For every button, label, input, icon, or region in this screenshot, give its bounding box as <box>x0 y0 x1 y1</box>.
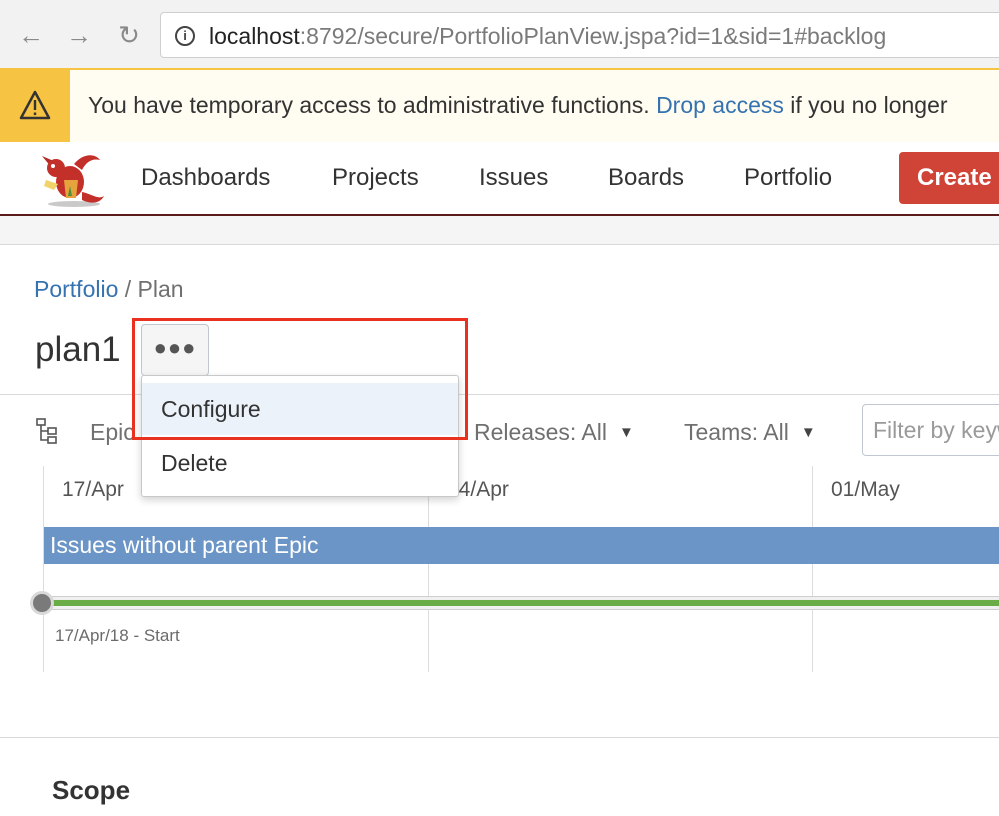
keyword-filter-input[interactable] <box>862 404 999 456</box>
scope-heading: Scope <box>52 775 131 805</box>
info-icon[interactable]: i <box>175 26 195 46</box>
browser-toolbar: ← → ↻ i localhost:8792/secure/PortfolioP… <box>0 0 999 69</box>
breadcrumb-separator: / <box>118 276 138 302</box>
nav-issues[interactable]: Issues <box>479 164 548 192</box>
progress-track <box>42 596 999 610</box>
banner-message: You have temporary access to administrat… <box>88 92 948 119</box>
drop-access-link[interactable]: Drop access <box>656 92 784 118</box>
reload-icon[interactable]: ↻ <box>114 20 144 50</box>
url-host: localhost <box>209 23 300 49</box>
scope-divider <box>0 737 999 738</box>
releases-label: Releases: All <box>474 419 607 445</box>
caret-down-icon: ▼ <box>618 424 634 441</box>
plan-actions-menu: Configure Delete <box>141 375 459 497</box>
menu-item-delete[interactable]: Delete <box>142 437 458 489</box>
teams-label: Teams: All <box>684 419 789 445</box>
hierarchy-icon[interactable] <box>36 418 58 444</box>
timeline-gridline <box>43 466 44 672</box>
timeline-date: 01/May <box>831 478 900 501</box>
create-button[interactable]: Create <box>899 152 999 204</box>
breadcrumb-current: Plan <box>137 276 184 302</box>
more-horizontal-icon: ●●● <box>153 335 197 360</box>
breadcrumb: Portfolio / Plan <box>34 276 184 303</box>
warning-icon <box>19 90 51 120</box>
epic-bar[interactable]: Issues without parent Epic <box>44 527 999 564</box>
timeline-gridline <box>812 466 813 672</box>
menu-item-configure[interactable]: Configure <box>142 383 458 435</box>
banner-text: You have temporary access to administrat… <box>88 92 650 118</box>
progress-fill <box>42 600 999 606</box>
warning-icon-box <box>0 70 70 144</box>
teams-dropdown[interactable]: Teams: All ▼ <box>684 419 816 446</box>
start-marker[interactable] <box>30 591 54 615</box>
app-header: Dashboards Projects Issues Boards Portfo… <box>0 142 999 216</box>
url-path: :8792/secure/PortfolioPlanView.jspa?id=1… <box>299 23 887 49</box>
address-bar[interactable]: i localhost:8792/secure/PortfolioPlanVie… <box>160 12 999 58</box>
nav-boards[interactable]: Boards <box>608 164 684 192</box>
dragon-logo[interactable] <box>34 150 108 208</box>
plan-title: plan1 <box>35 330 121 369</box>
start-date-label: 17/Apr/18 - Start <box>55 626 180 645</box>
breadcrumb-portfolio-link[interactable]: Portfolio <box>34 276 118 302</box>
back-icon[interactable]: ← <box>16 20 46 50</box>
nav-projects[interactable]: Projects <box>332 164 419 192</box>
banner-suffix: if you no longer <box>790 92 948 118</box>
header-subbar <box>0 216 999 245</box>
forward-icon[interactable]: → <box>64 20 94 50</box>
timeline-date: 17/Apr <box>62 478 124 501</box>
url-text: localhost:8792/secure/PortfolioPlanView.… <box>209 23 886 50</box>
nav-dashboards[interactable]: Dashboards <box>141 164 270 192</box>
nav-portfolio[interactable]: Portfolio <box>744 164 832 192</box>
admin-warning-banner: You have temporary access to administrat… <box>0 68 999 144</box>
releases-dropdown[interactable]: Releases: All ▼ <box>474 419 634 446</box>
more-actions-button[interactable]: ●●● <box>141 324 209 376</box>
caret-down-icon: ▼ <box>800 424 816 441</box>
epic-filter-label[interactable]: Epic <box>90 419 135 446</box>
